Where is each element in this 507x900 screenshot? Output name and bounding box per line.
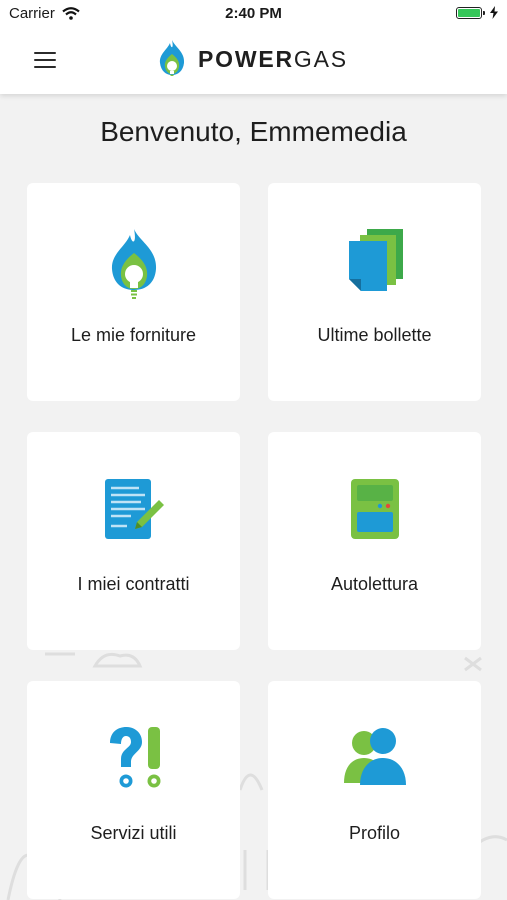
tile-label: Le mie forniture bbox=[70, 325, 197, 345]
battery-icon bbox=[456, 6, 485, 19]
status-time: 2:40 PM bbox=[225, 5, 282, 22]
tile-label: Ultime bollette bbox=[317, 325, 432, 345]
status-right bbox=[456, 6, 499, 19]
tile-servizi-utili[interactable]: Servizi utili bbox=[27, 681, 240, 899]
tile-autolettura[interactable]: Autolettura bbox=[268, 432, 481, 650]
menu-hamburger-icon[interactable] bbox=[34, 52, 56, 68]
charging-bolt-icon bbox=[490, 6, 498, 19]
status-bar: Carrier 2:40 PM bbox=[0, 0, 507, 28]
tile-i-miei-contratti[interactable]: I miei contratti bbox=[27, 432, 240, 650]
tile-label: I miei contratti bbox=[77, 574, 190, 594]
brand-name: POWERGAS bbox=[198, 45, 348, 72]
tile-label: Servizi utili bbox=[90, 823, 177, 843]
contract-pen-icon bbox=[104, 479, 164, 539]
question-exclamation-icon bbox=[109, 727, 160, 788]
flame-bulb-icon bbox=[111, 229, 156, 299]
powergas-flame-logo-icon bbox=[159, 40, 185, 76]
tile-label: Autolettura bbox=[330, 574, 419, 594]
app-logo: POWERGAS bbox=[158, 39, 348, 79]
tile-le-mie-forniture[interactable]: Le mie forniture bbox=[27, 183, 240, 401]
tile-ultime-bollette[interactable]: Ultime bollette bbox=[268, 183, 481, 401]
tile-profilo[interactable]: Profilo bbox=[268, 681, 481, 899]
tile-label: Profilo bbox=[348, 823, 401, 843]
meter-icon bbox=[350, 479, 399, 539]
bills-stack-icon bbox=[348, 229, 403, 291]
nav-bar: POWERGAS bbox=[0, 28, 507, 94]
welcome-heading: Benvenuto, Emmemedia bbox=[100, 116, 407, 147]
users-icon bbox=[343, 728, 406, 785]
